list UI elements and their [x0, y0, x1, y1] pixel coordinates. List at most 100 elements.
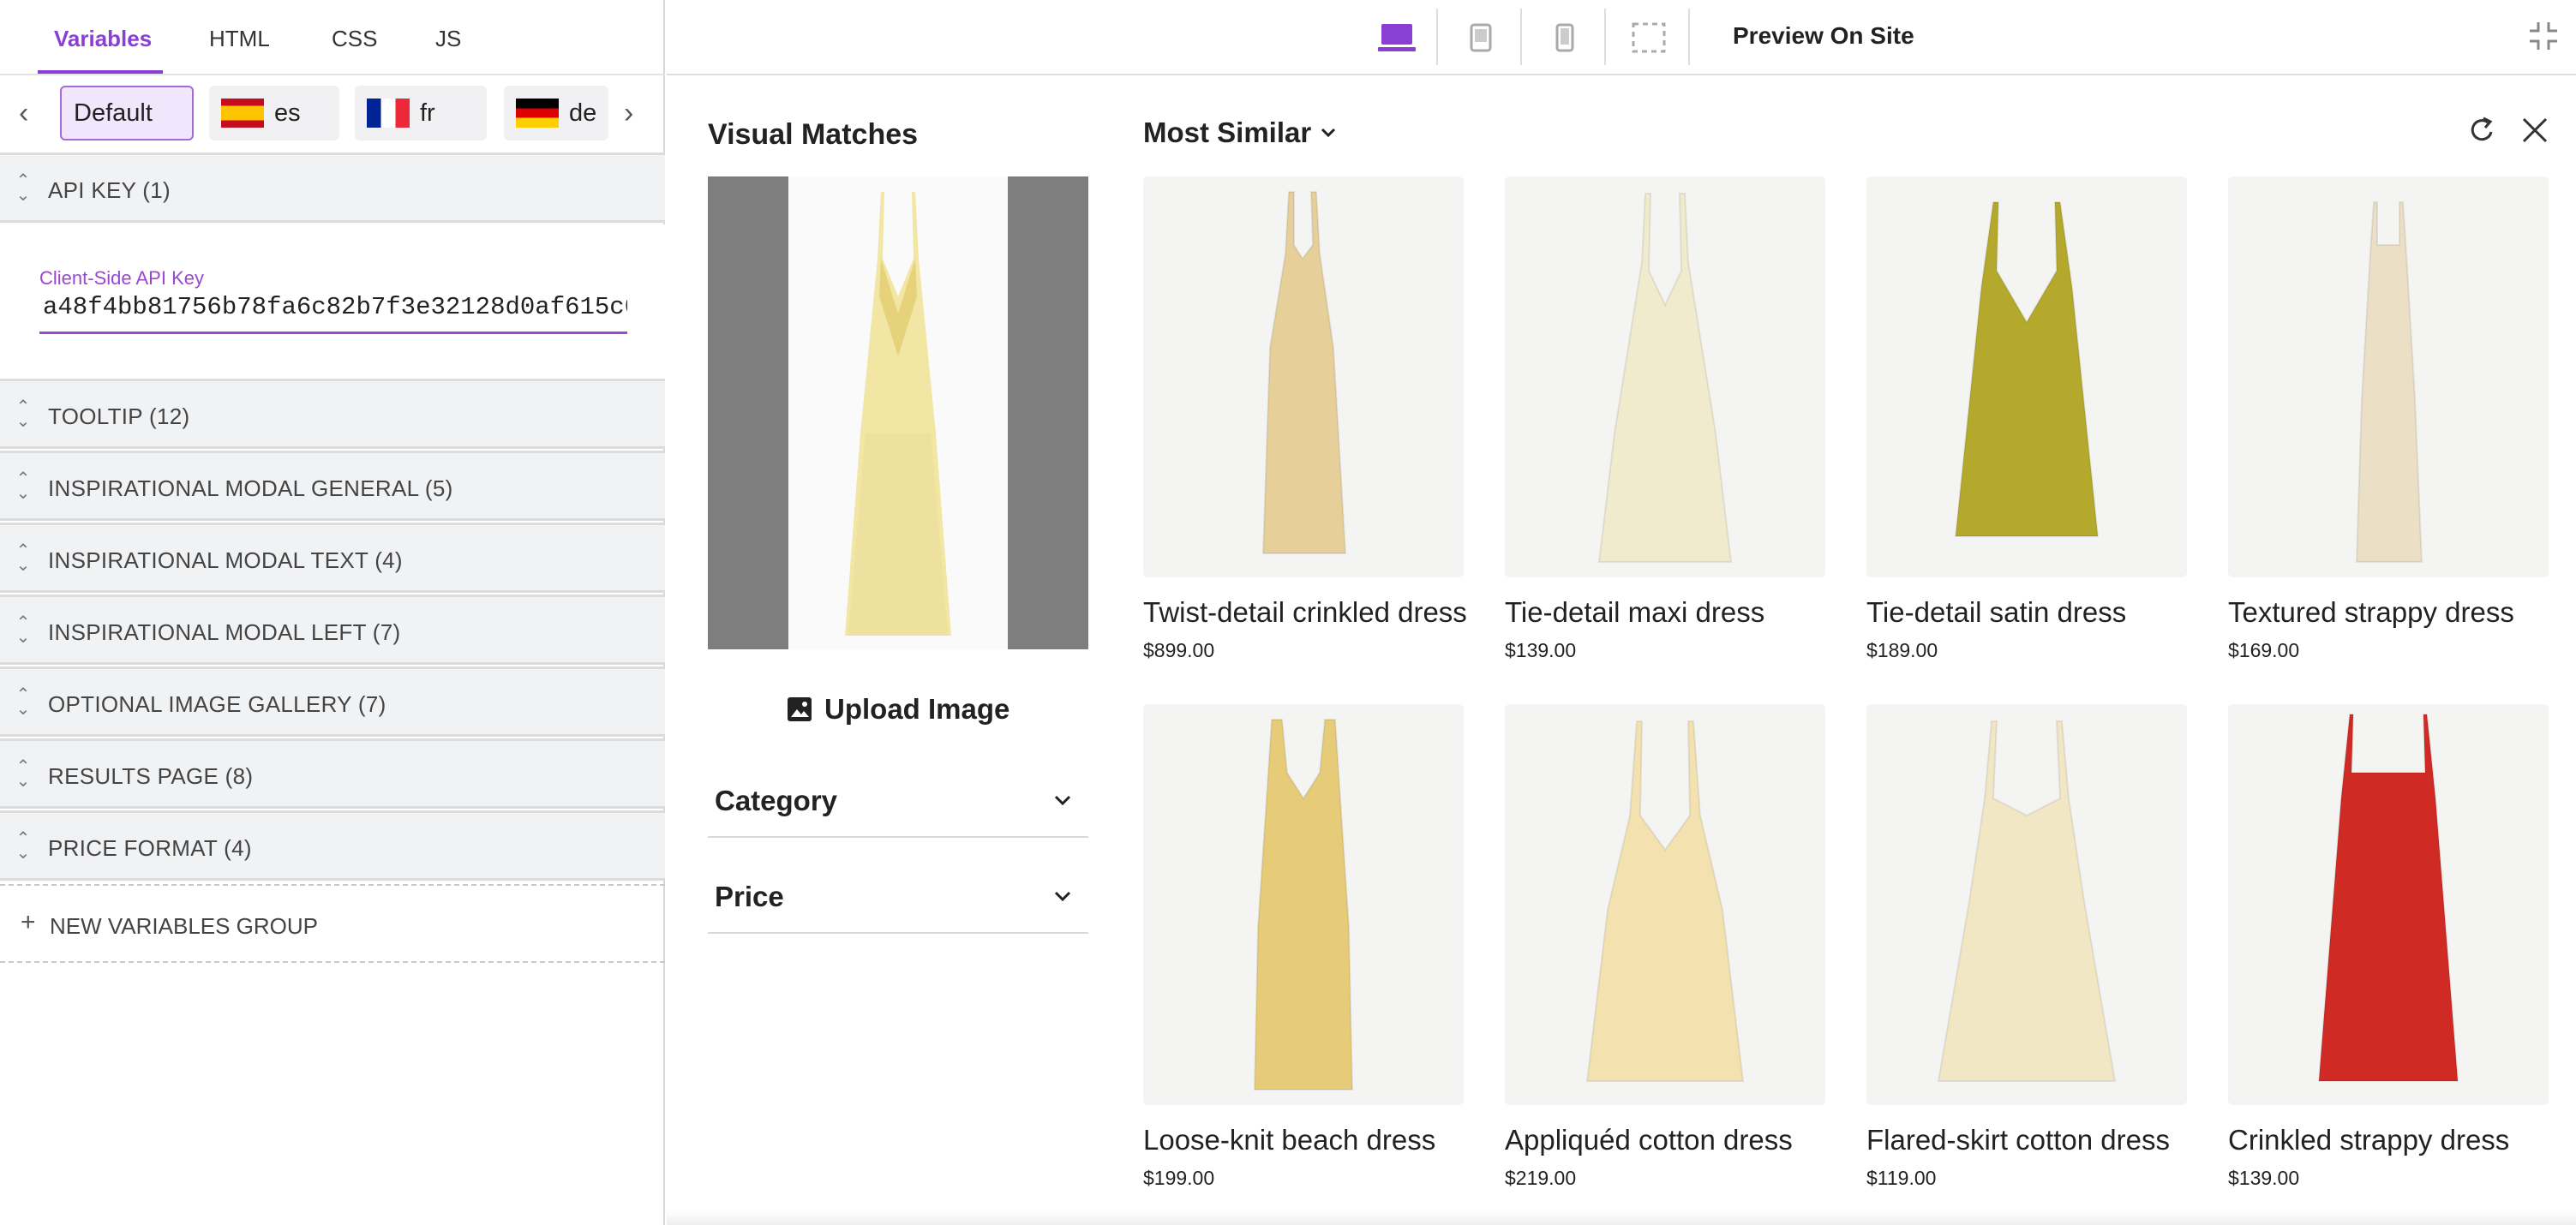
- locale-fr[interactable]: fr: [355, 86, 487, 140]
- dress-image: [2317, 714, 2459, 1082]
- locale-label: es: [274, 99, 301, 127]
- dress-image: [1597, 193, 1733, 563]
- group-api-key[interactable]: ⌃ ⌄ API KEY (1): [0, 152, 665, 223]
- product-price: $219.00: [1505, 1167, 1577, 1189]
- product-price: $119.00: [1866, 1167, 1937, 1189]
- new-group-label: NEW VARIABLES GROUP: [50, 913, 319, 939]
- mobile-icon[interactable]: [1546, 21, 1584, 55]
- group-label: INSPIRATIONAL MODAL TEXT (4): [48, 547, 403, 573]
- query-image-frame: [788, 176, 1008, 649]
- locale-es[interactable]: es: [209, 86, 339, 140]
- chevron-down-icon: [1054, 891, 1071, 902]
- desktop-icon[interactable]: [1378, 21, 1416, 55]
- locale-label: de: [569, 99, 597, 127]
- query-image: [708, 176, 1088, 649]
- collapse-toggle-icon: ⌃ ⌄: [15, 171, 31, 205]
- dress-image: [1954, 201, 2100, 537]
- group-label: API KEY (1): [48, 177, 171, 203]
- chevron-left-icon[interactable]: ‹: [19, 96, 28, 130]
- locale-selector: ‹ Default es fr de ›: [0, 75, 665, 152]
- chevron-down-icon: [1054, 795, 1071, 806]
- spain-flag-icon: [221, 99, 264, 128]
- api-key-input[interactable]: a48f4bb81756b78fa6c82b7f3e32128d0af615c0…: [39, 293, 627, 334]
- responsive-frame-icon[interactable]: [1630, 21, 1668, 55]
- group-label: INSPIRATIONAL MODAL GENERAL (5): [48, 475, 453, 501]
- group-tooltip[interactable]: ⌃ ⌄ TOOLTIP (12): [0, 379, 665, 449]
- product-price: $139.00: [1505, 639, 1577, 661]
- group-label: RESULTS PAGE (8): [48, 763, 254, 789]
- chevron-right-icon[interactable]: ›: [624, 96, 633, 130]
- group-label: PRICE FORMAT (4): [48, 835, 252, 861]
- facet-label: Price: [715, 881, 784, 912]
- preview-on-site-button[interactable]: Preview On Site: [1733, 22, 1914, 50]
- device-toolbar: Preview On Site: [667, 0, 2576, 75]
- api-key-field-label: Client-Side API Key: [39, 267, 204, 289]
- product-name[interactable]: Crinkled strappy dress: [2228, 1124, 2509, 1156]
- product-image[interactable]: [1505, 704, 1825, 1105]
- product-name[interactable]: Flared-skirt cotton dress: [1866, 1124, 2170, 1156]
- expand-toggle-icon: ⌃ ⌄: [15, 469, 31, 503]
- group-optional-image-gallery[interactable]: ⌃ ⌄ OPTIONAL IMAGE GALLERY (7): [0, 666, 665, 737]
- collapse-icon[interactable]: [2526, 19, 2561, 53]
- group-inspirational-modal-general[interactable]: ⌃ ⌄ INSPIRATIONAL MODAL GENERAL (5): [0, 451, 665, 521]
- group-results-page[interactable]: ⌃ ⌄ RESULTS PAGE (8): [0, 738, 665, 809]
- tab-variables[interactable]: Variables: [54, 26, 152, 52]
- editor-tabs: Variables HTML CSS JS: [0, 0, 665, 75]
- preview-panel: Preview On Site Visual Matches Upload Im…: [667, 0, 2576, 1225]
- locale-label: Default: [74, 99, 153, 127]
- dress-image: [2355, 201, 2423, 563]
- close-icon[interactable]: [2519, 115, 2550, 146]
- dress-image: [1937, 720, 2117, 1082]
- locale-default[interactable]: Default: [60, 86, 194, 140]
- product-image[interactable]: [1866, 704, 2187, 1105]
- product-price: $899.00: [1143, 639, 1215, 661]
- dress-image: [1253, 719, 1354, 1091]
- group-price-format[interactable]: ⌃ ⌄ PRICE FORMAT (4): [0, 810, 665, 881]
- group-inspirational-modal-text[interactable]: ⌃ ⌄ INSPIRATIONAL MODAL TEXT (4): [0, 523, 665, 593]
- product-image[interactable]: [1143, 704, 1464, 1105]
- dress-image: [1585, 720, 1745, 1082]
- product-price: $189.00: [1866, 639, 1938, 661]
- product-image[interactable]: [2228, 176, 2549, 577]
- plus-icon: +: [21, 908, 36, 936]
- product-name[interactable]: Textured strappy dress: [2228, 596, 2514, 629]
- locale-label: fr: [420, 99, 435, 127]
- refresh-icon[interactable]: [2466, 113, 2497, 147]
- product-image[interactable]: [1505, 176, 1825, 577]
- upload-image-button[interactable]: Upload Image: [787, 690, 1009, 728]
- product-name[interactable]: Tie-detail satin dress: [1866, 596, 2126, 629]
- expand-toggle-icon: ⌃ ⌄: [15, 757, 31, 791]
- group-inspirational-modal-left[interactable]: ⌃ ⌄ INSPIRATIONAL MODAL LEFT (7): [0, 595, 665, 665]
- group-label: OPTIONAL IMAGE GALLERY (7): [48, 691, 386, 717]
- product-name[interactable]: Tie-detail maxi dress: [1505, 596, 1764, 629]
- sort-label: Most Similar: [1143, 117, 1312, 148]
- api-key-group-body: Client-Side API Key a48f4bb81756b78fa6c8…: [0, 224, 665, 379]
- toolbar-divider: [1520, 9, 1522, 65]
- product-name[interactable]: Appliquéd cotton dress: [1505, 1124, 1793, 1156]
- product-name[interactable]: Twist-detail crinkled dress: [1143, 596, 1467, 629]
- product-price: $199.00: [1143, 1167, 1215, 1189]
- tab-js[interactable]: JS: [435, 26, 461, 52]
- toolbar-divider: [1604, 9, 1606, 65]
- tablet-landscape-icon[interactable]: [1462, 21, 1500, 55]
- expand-toggle-icon: ⌃ ⌄: [15, 613, 31, 647]
- product-image[interactable]: [1866, 176, 2187, 577]
- variables-panel: Variables HTML CSS JS ‹ Default es fr de…: [0, 0, 665, 1225]
- group-label: INSPIRATIONAL MODAL LEFT (7): [48, 619, 401, 645]
- facet-price[interactable]: Price: [708, 869, 1088, 934]
- product-image[interactable]: [2228, 704, 2549, 1105]
- toolbar-divider: [1436, 9, 1438, 65]
- bottom-edge: [667, 1210, 2576, 1225]
- locale-de[interactable]: de: [504, 86, 608, 140]
- facet-category[interactable]: Category: [708, 773, 1088, 838]
- sort-dropdown[interactable]: Most Similar: [1143, 117, 1340, 149]
- tab-css[interactable]: CSS: [332, 26, 377, 52]
- germany-flag-icon: [516, 99, 559, 128]
- chevron-down-icon: [1321, 128, 1336, 138]
- product-name[interactable]: Loose-knit beach dress: [1143, 1124, 1435, 1156]
- tab-html[interactable]: HTML: [209, 26, 270, 52]
- image-icon: [788, 697, 812, 721]
- new-variables-group-button[interactable]: + NEW VARIABLES GROUP: [0, 884, 665, 963]
- product-image[interactable]: [1143, 176, 1464, 577]
- query-dress-image: [845, 192, 951, 636]
